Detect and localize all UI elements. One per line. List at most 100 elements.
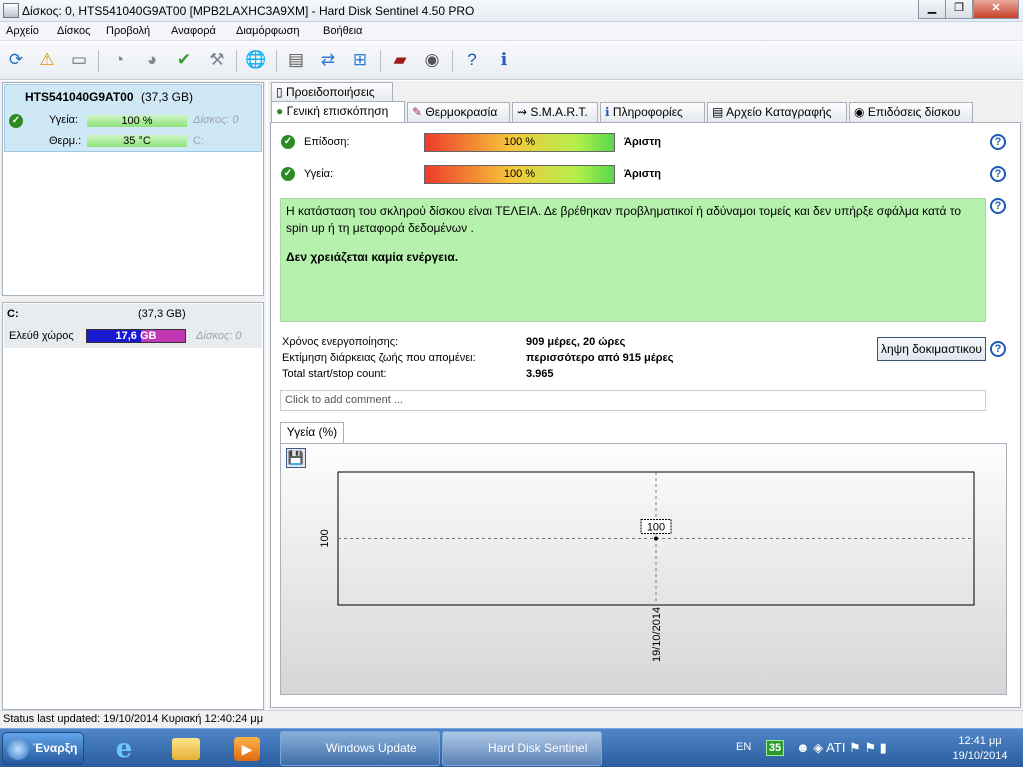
health-bar-main: 100 % (424, 165, 615, 184)
health-label-main: Υγεία: (304, 168, 334, 180)
performance-bar: 100 % (424, 133, 615, 152)
startstop-value: 3.965 (526, 368, 554, 380)
temp-label: Θερμ.: (49, 135, 82, 147)
status-description: Η κατάσταση του σκληρού δίσκου είναι ΤΕΛ… (280, 198, 986, 322)
chart-tab-health[interactable]: Υγεία (%) (280, 422, 344, 444)
window-title: Δίσκος: 0, HTS541040G9AT00 [MPB2LAXHC3A9… (22, 4, 475, 18)
menu-help[interactable]: Βοήθεια (323, 25, 362, 37)
health-label: Υγεία: (49, 114, 79, 126)
thermometer-icon: ✎ (412, 105, 426, 119)
volume-entry[interactable]: C: (37,3 GB) Ελεύθ χώρος 17,6 GB Δίσκος:… (4, 304, 262, 348)
test-button[interactable]: ληψη δοκιμαστικου (877, 337, 986, 361)
data-label: 100 (647, 522, 665, 534)
lifetime-label: Εκτίμηση διάρκειας ζωής που απομένει: (282, 352, 476, 364)
drive-icon[interactable]: ▭ (66, 47, 92, 73)
perf-help-icon[interactable]: ? (990, 134, 1006, 150)
language-indicator[interactable]: EN (736, 729, 751, 768)
performance-icon: ◉ (854, 105, 868, 119)
tab-log[interactable]: ▤ Αρχείο Καταγραφής (707, 102, 847, 122)
volume-list: C: (37,3 GB) Ελεύθ χώρος 17,6 GB Δίσκος:… (2, 302, 264, 710)
title-bar: Δίσκος: 0, HTS541040G9AT00 [MPB2LAXHC3A9… (0, 0, 1023, 22)
free-space-bar: 17,6 GB (86, 329, 186, 343)
clock-date[interactable]: 19/10/2014 (947, 750, 1013, 764)
uptime-label: Χρόνος ενεργοποίησης: (282, 336, 399, 348)
volume-name: C: (7, 308, 19, 320)
disk-entry[interactable]: HTS541040G9AT00 (37,3 GB) ✓ Υγεία: 100 %… (4, 84, 262, 152)
lifetime-value: περισσότερο από 915 μέρες (526, 352, 674, 364)
sync-icon[interactable]: ⇄ (315, 47, 341, 73)
menu-configuration[interactable]: Διαμόρφωση (236, 25, 300, 37)
windows-orb-icon (7, 737, 29, 760)
menu-view[interactable]: Προβολή (106, 25, 150, 37)
media-player-icon[interactable]: ▶ (227, 733, 267, 765)
hds-temp-tray[interactable]: 35 (766, 740, 784, 756)
disk-surface-icon[interactable]: ◕ (139, 47, 165, 73)
comment-input[interactable]: Click to add comment ... (280, 390, 986, 411)
disk-size: (37,3 GB) (141, 90, 194, 104)
globe-icon[interactable]: 🌐 (243, 47, 269, 73)
maximize-button[interactable]: ❐ (945, 0, 973, 19)
menu-bar: Αρχείο Δίσκος Προβολή Αναφορά Διαμόρφωση… (0, 22, 1023, 41)
left-panel: HTS541040G9AT00 (37,3 GB) ✓ Υγεία: 100 %… (0, 81, 266, 710)
disk-test-icon[interactable]: ◔ (106, 47, 132, 73)
tab-disk-performance[interactable]: ◉ Επιδόσεις δίσκου (849, 102, 973, 122)
monitor-icon[interactable]: ▰ (387, 47, 413, 73)
uptime-value: 909 μέρες, 20 ώρες (526, 336, 626, 348)
perf-label: Επίδοση: (304, 136, 350, 148)
tray-icons[interactable]: ☻ ◈ ATI ⚑ ⚑ ▮ (796, 729, 887, 768)
volume-size: (37,3 GB) (138, 308, 186, 320)
overview-icon: ● (276, 104, 287, 118)
disk-list: HTS541040G9AT00 (37,3 GB) ✓ Υγεία: 100 %… (2, 82, 264, 296)
perf-rating: Άριστη (624, 136, 661, 148)
report-icon[interactable]: ▤ (283, 47, 309, 73)
volume-ref: C: (193, 135, 204, 147)
tab-information[interactable]: ℹ Πληροφορίες (600, 102, 705, 122)
disk-check-icon[interactable]: ✔ (171, 47, 197, 73)
health-help-icon[interactable]: ? (990, 166, 1006, 182)
minimize-button[interactable]: ▁ (918, 0, 946, 19)
clock-time[interactable]: 12:41 μμ (953, 735, 1007, 749)
warnings-icon: ▯ (276, 85, 286, 99)
ie-icon[interactable]: e (104, 733, 144, 765)
info-icon[interactable]: ℹ (491, 47, 517, 73)
data-point (654, 536, 658, 541)
tab-temperature[interactable]: ✎ Θερμοκρασία (407, 102, 510, 122)
status-bar: Status last updated: 19/10/2014 Κυριακή … (0, 710, 1023, 728)
network-icon[interactable]: ⊞ (347, 47, 373, 73)
disk-tool-icon[interactable]: ⚒ (204, 47, 230, 73)
tab-smart[interactable]: ⇝ S.M.A.R.T. (512, 102, 598, 122)
menu-file[interactable]: Αρχείο (6, 25, 39, 37)
disk-name: HTS541040G9AT00 (25, 90, 134, 104)
y-tick-label: 100 (319, 529, 331, 547)
explorer-icon[interactable] (166, 733, 206, 765)
health-ok-icon: ✓ (281, 167, 295, 181)
smart-icon: ⇝ (517, 105, 531, 119)
taskbar: Έναρξη e ▶ Windows Update Hard Disk Sent… (0, 728, 1023, 767)
menu-report[interactable]: Αναφορά (171, 25, 216, 37)
ok-icon: ✓ (9, 114, 23, 128)
menu-disk[interactable]: Δίσκος (57, 25, 90, 37)
test-help-icon[interactable]: ? (990, 341, 1006, 357)
temp-bar: 35 °C (87, 135, 187, 147)
toolbar: ⟳ ⚠ ▭ ◔ ◕ ✔ ⚒ 🌐 ▤ ⇄ ⊞ ▰ ◉ ? ℹ (0, 42, 1023, 80)
help-icon[interactable]: ? (459, 47, 485, 73)
status-text: Η κατάσταση του σκληρού δίσκου είναι ΤΕΛ… (286, 204, 961, 235)
tab-overview[interactable]: ● Γενική επισκόπηση (271, 101, 405, 123)
information-icon: ℹ (605, 105, 613, 119)
disk-ref: Δίσκος: 0 (193, 114, 239, 126)
startstop-label: Total start/stop count: (282, 368, 387, 380)
app-icon (3, 3, 19, 18)
warning-icon[interactable]: ⚠ (34, 47, 60, 73)
start-button[interactable]: Έναρξη (2, 732, 84, 765)
tab-warnings[interactable]: ▯ Προειδοποιήσεις (271, 82, 393, 102)
status-help-icon[interactable]: ? (990, 198, 1006, 214)
x-tick-label: 19/10/2014 (651, 607, 663, 662)
perf-ok-icon: ✓ (281, 135, 295, 149)
close-button[interactable]: ✕ (973, 0, 1019, 19)
health-bar: 100 % (87, 115, 187, 127)
taskbar-hard-disk-sentinel[interactable]: Hard Disk Sentinel (442, 731, 602, 766)
free-space-label: Ελεύθ χώρος (9, 330, 74, 342)
refresh-icon[interactable]: ⟳ (3, 47, 29, 73)
sound-icon[interactable]: ◉ (419, 47, 445, 73)
taskbar-windows-update[interactable]: Windows Update (280, 731, 440, 766)
